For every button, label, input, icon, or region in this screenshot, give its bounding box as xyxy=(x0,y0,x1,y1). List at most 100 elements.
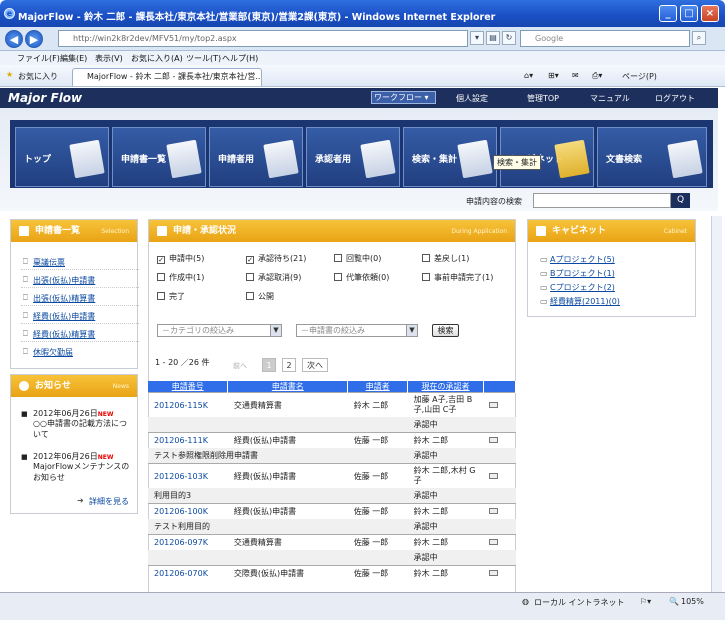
menu-edit[interactable]: 編集(E) xyxy=(60,53,87,64)
request-id[interactable]: 201206-100K xyxy=(148,503,228,519)
nav-top[interactable]: トップ xyxy=(15,127,109,187)
close-button[interactable]: × xyxy=(701,5,719,22)
back-icon[interactable]: ◀ xyxy=(5,30,23,48)
checkbox-icon[interactable] xyxy=(157,273,165,281)
admin-top-link[interactable]: 管理TOP xyxy=(527,93,559,104)
request-id[interactable]: 201206-103K xyxy=(148,463,228,488)
filter-awaiting[interactable]: ✓ 承認待ち(21) xyxy=(246,253,306,264)
nav-approver[interactable]: 承認者用 xyxy=(306,127,400,187)
filter-circulating[interactable]: 回覧中(0) xyxy=(334,253,381,264)
nav-doc-search[interactable]: 文書検索 xyxy=(597,127,707,187)
mail-icon[interactable]: ✉ xyxy=(572,71,579,80)
folder-icon[interactable] xyxy=(489,437,499,443)
checkbox-icon[interactable] xyxy=(422,273,430,281)
table-row[interactable]: 201206-100K 経費(仮払)申請書 佐藤 一郎 鈴木 二郎 xyxy=(148,503,516,519)
cabinet-link[interactable]: 経費精算(2011)(0) xyxy=(550,296,620,307)
refresh-icon[interactable]: ↻ xyxy=(502,31,516,45)
request-id[interactable]: 201206-111K xyxy=(148,432,228,448)
menu-favorites[interactable]: お気に入り(A) xyxy=(131,53,183,64)
table-row[interactable]: 201206-111K 経費(仮払)申請書 佐藤 一郎 鈴木 二郎 xyxy=(148,432,516,448)
checkbox-checked-icon[interactable]: ✓ xyxy=(246,256,254,264)
filter-proxy[interactable]: 代筆依頼(0) xyxy=(334,272,389,283)
search-icon[interactable]: ⌕ xyxy=(692,31,706,45)
news-more-link[interactable]: 詳細を見る xyxy=(89,496,129,507)
favorites-button[interactable]: お気に入り xyxy=(18,71,58,82)
checkbox-checked-icon[interactable]: ✓ xyxy=(157,256,165,264)
col-request-no[interactable]: 申請番号 xyxy=(148,381,229,393)
cabinet-link[interactable]: Bプロジェクト(1) xyxy=(550,268,615,279)
folder-icon[interactable] xyxy=(489,401,499,408)
request-id[interactable]: 201206-070K xyxy=(148,565,228,581)
folder-icon[interactable] xyxy=(489,539,499,545)
table-row[interactable]: 201206-097K 交通費精算書 佐藤 一郎 鈴木 二郎 xyxy=(148,534,516,550)
form-link[interactable]: 経費(仮払)申請書 xyxy=(33,311,95,322)
menu-tools[interactable]: ツール(T) xyxy=(186,53,221,64)
content-search-button[interactable]: Q xyxy=(671,193,690,208)
checkbox-icon[interactable] xyxy=(422,254,430,262)
checkbox-icon[interactable] xyxy=(246,273,254,281)
page-2[interactable]: 2 xyxy=(282,358,296,372)
filter-public[interactable]: 公開 xyxy=(246,291,274,302)
checkbox-icon[interactable] xyxy=(334,273,342,281)
forward-icon[interactable]: ▶ xyxy=(25,30,43,48)
filter-draft[interactable]: 作成中(1) xyxy=(157,272,204,283)
settings-link[interactable]: 個人設定 xyxy=(456,93,488,104)
feed-icon[interactable]: ⊞▾ xyxy=(548,71,559,80)
page-1[interactable]: 1 xyxy=(262,358,276,372)
table-row[interactable]: 201206-115K 交通費精算書 鈴木 二郎 加藤 A子,吉田 B子,山田 C子 xyxy=(148,392,516,417)
form-link[interactable]: 出張(仮払)精算書 xyxy=(33,293,95,304)
form-link[interactable]: 経費(仮払)精算書 xyxy=(33,329,95,340)
form-link[interactable]: 休暇欠勤届 xyxy=(33,347,73,358)
nav-search-aggregate[interactable]: 検索・集計 xyxy=(403,127,497,187)
cabinet-link[interactable]: Cプロジェクト(2) xyxy=(550,282,615,293)
compat-icon[interactable]: ▤ xyxy=(486,31,500,45)
nav-applicant[interactable]: 申請者用 xyxy=(209,127,303,187)
menu-help[interactable]: ヘルプ(H) xyxy=(222,53,258,64)
folder-icon[interactable] xyxy=(489,570,499,576)
news-item-text[interactable]: MajorFlowメンテナンスのお知らせ xyxy=(33,461,133,483)
print-icon[interactable]: ⎙▾ xyxy=(592,71,602,81)
col-form-name[interactable]: 申請書名 xyxy=(227,381,349,393)
folder-cell[interactable] xyxy=(483,463,516,488)
filter-complete[interactable]: 完了 xyxy=(157,291,185,302)
form-select[interactable]: －申請書の絞込み ▼ xyxy=(296,324,418,337)
menu-view[interactable]: 表示(V) xyxy=(95,53,123,64)
category-select[interactable]: －カテゴリの絞込み ▼ xyxy=(157,324,282,337)
manual-link[interactable]: マニュアル xyxy=(590,93,630,104)
url-field[interactable]: http://win2k8r2dev/MFV51/my/top2.aspx xyxy=(58,30,468,47)
zoom-level[interactable]: 105% xyxy=(681,597,704,606)
checkbox-icon[interactable] xyxy=(334,254,342,262)
folder-cell[interactable] xyxy=(483,503,516,519)
news-item-text[interactable]: ○○申請書の記載方法について xyxy=(33,418,133,440)
filter-applying[interactable]: ✓ 申請中(5) xyxy=(157,253,204,264)
content-search-input[interactable] xyxy=(533,193,671,208)
filter-pre-approved[interactable]: 事前申請完了(1) xyxy=(422,272,493,283)
col-applicant[interactable]: 申請者 xyxy=(347,381,409,393)
filter-search-button[interactable]: 検索 xyxy=(432,324,459,337)
filter-returned[interactable]: 差戻し(1) xyxy=(422,253,469,264)
browser-tab[interactable]: MajorFlow - 鈴木 二郎 - 課長本社/東京本社/営... xyxy=(72,68,262,86)
next-link[interactable]: 次へ xyxy=(302,358,328,372)
checkbox-icon[interactable] xyxy=(246,292,254,300)
logout-link[interactable]: ログアウト xyxy=(655,93,695,104)
form-link[interactable]: 稟議伝票 xyxy=(33,257,65,268)
minimize-button[interactable]: _ xyxy=(659,5,677,22)
folder-cell[interactable] xyxy=(483,392,516,417)
filter-cancelled[interactable]: 承認取消(9) xyxy=(246,272,301,283)
col-approver[interactable]: 現在の承認者 xyxy=(407,381,484,393)
maximize-button[interactable]: □ xyxy=(680,5,698,22)
folder-icon[interactable] xyxy=(489,472,499,479)
folder-cell[interactable] xyxy=(483,534,516,550)
checkbox-icon[interactable] xyxy=(157,292,165,300)
cabinet-link[interactable]: Aプロジェクト(5) xyxy=(550,254,615,265)
folder-cell[interactable] xyxy=(483,432,516,448)
folder-icon[interactable] xyxy=(489,508,499,514)
nav-form-list[interactable]: 申請書一覧 xyxy=(112,127,206,187)
table-row[interactable]: 201206-070K 交際費(仮払)申請書 佐藤 一郎 鈴木 二郎 xyxy=(148,565,516,581)
page-menu[interactable]: ページ(P) xyxy=(622,71,657,82)
form-link[interactable]: 出張(仮払)申請書 xyxy=(33,275,95,286)
workflow-select[interactable]: ワークフロー ▾ xyxy=(371,91,436,104)
request-id[interactable]: 201206-097K xyxy=(148,534,228,550)
table-row[interactable]: 201206-103K 経費(仮払)申請書 佐藤 一郎 鈴木 二郎,木村 G子 xyxy=(148,463,516,488)
search-input[interactable]: Google xyxy=(520,30,690,47)
